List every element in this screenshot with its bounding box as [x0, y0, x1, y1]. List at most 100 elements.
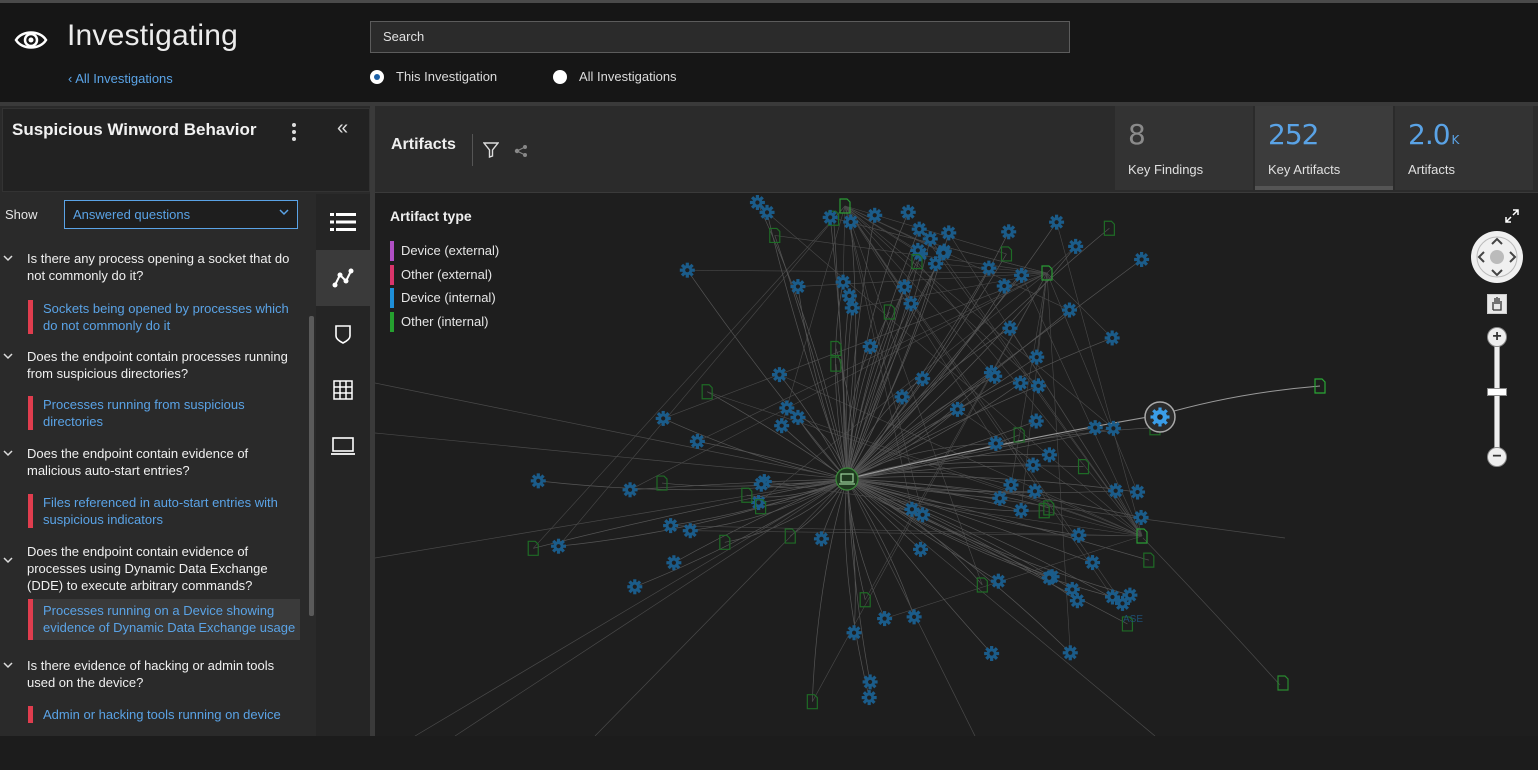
process-node-icon[interactable] — [774, 418, 790, 434]
process-node-icon[interactable] — [1134, 251, 1150, 267]
process-node-icon[interactable] — [1002, 320, 1018, 336]
process-node-icon[interactable] — [751, 495, 767, 511]
process-node-icon[interactable] — [922, 231, 938, 247]
process-node-icon[interactable] — [844, 300, 860, 316]
process-node-icon[interactable] — [915, 507, 931, 523]
process-node-icon[interactable] — [1087, 420, 1103, 436]
process-node-icon[interactable] — [790, 279, 806, 295]
process-node-icon[interactable] — [1122, 587, 1138, 603]
file-node-icon[interactable] — [784, 528, 796, 544]
process-node-icon[interactable] — [1061, 302, 1077, 318]
process-node-icon[interactable] — [1071, 527, 1087, 543]
process-node-icon[interactable] — [896, 279, 912, 295]
process-node-icon[interactable] — [1028, 413, 1044, 429]
device-view-button[interactable] — [316, 418, 370, 474]
process-node-icon[interactable] — [992, 490, 1008, 506]
collapse-panel-icon[interactable]: « — [337, 117, 348, 140]
process-node-icon[interactable] — [941, 225, 957, 241]
show-filter-select[interactable]: Answered questions — [64, 200, 298, 229]
process-node-icon[interactable] — [1013, 502, 1029, 518]
radio-this-investigation[interactable]: This Investigation — [370, 69, 497, 84]
process-node-icon[interactable] — [936, 245, 952, 261]
pan-control[interactable] — [1471, 231, 1523, 283]
zoom-slider-handle[interactable] — [1487, 388, 1507, 396]
process-node-icon[interactable] — [1001, 224, 1017, 240]
graph-view-button[interactable] — [316, 250, 370, 306]
process-node-icon[interactable] — [867, 207, 883, 223]
process-node-icon[interactable] — [862, 674, 878, 690]
zoom-out-button[interactable]: − — [1487, 447, 1507, 467]
process-node-icon[interactable] — [1105, 420, 1121, 436]
process-node-icon[interactable] — [1014, 267, 1030, 283]
process-node-icon[interactable] — [862, 339, 878, 355]
process-node-icon[interactable] — [877, 611, 893, 627]
process-node-icon[interactable] — [1069, 593, 1085, 609]
all-investigations-link[interactable]: ‹ All Investigations — [68, 71, 173, 86]
process-node-icon[interactable] — [1062, 645, 1078, 661]
process-node-icon[interactable] — [663, 518, 679, 534]
process-node-icon[interactable] — [841, 288, 857, 304]
answer-link[interactable]: Processes running from suspicious direct… — [28, 396, 300, 430]
artifact-graph[interactable]: ASE Artifact type Device (external) Othe… — [375, 193, 1538, 736]
process-node-icon[interactable] — [835, 274, 851, 290]
zoom-in-button[interactable]: + — [1487, 327, 1507, 347]
expand-icon[interactable] — [1505, 209, 1519, 223]
process-node-icon[interactable] — [1025, 457, 1041, 473]
process-node-icon[interactable] — [1133, 509, 1149, 525]
graph-edge-label[interactable]: ASE — [1123, 614, 1143, 625]
file-node-icon[interactable] — [1277, 675, 1289, 691]
question-list-scrollbar[interactable] — [309, 316, 314, 616]
answer-link[interactable]: Processes running on a Device showing ev… — [28, 599, 300, 640]
process-node-icon[interactable] — [988, 435, 1004, 451]
process-node-icon[interactable] — [689, 433, 705, 449]
process-node-icon[interactable] — [843, 214, 859, 230]
central-device-node[interactable] — [835, 467, 859, 491]
process-node-icon[interactable] — [1029, 349, 1045, 365]
process-node-icon[interactable] — [928, 256, 944, 272]
process-node-icon[interactable] — [913, 541, 929, 557]
process-node-icon[interactable] — [753, 476, 769, 492]
key-artifacts-stat[interactable]: 252 Key Artifacts — [1255, 106, 1393, 190]
process-node-icon[interactable] — [1104, 330, 1120, 346]
share-icon[interactable] — [514, 144, 528, 158]
process-node-icon[interactable] — [1108, 483, 1124, 499]
process-node-icon[interactable] — [1041, 447, 1057, 463]
artifacts-stat[interactable]: 2.0 K Artifacts — [1395, 106, 1533, 190]
process-node-icon[interactable] — [894, 389, 910, 405]
process-node-icon[interactable] — [984, 646, 1000, 662]
process-node-icon[interactable] — [1030, 378, 1046, 394]
answer-link[interactable]: Admin or hacking tools running on device — [28, 706, 300, 723]
process-node-icon[interactable] — [949, 401, 965, 417]
table-view-button[interactable] — [316, 362, 370, 418]
process-node-icon[interactable] — [749, 195, 765, 211]
process-node-icon[interactable] — [1012, 375, 1028, 391]
process-node-icon[interactable] — [771, 367, 787, 383]
process-node-icon[interactable] — [906, 609, 922, 625]
process-node-icon[interactable] — [622, 482, 638, 498]
answer-link[interactable]: Sockets being opened by processes which … — [28, 300, 300, 334]
process-node-icon[interactable] — [1049, 214, 1065, 230]
process-node-icon[interactable] — [682, 523, 698, 539]
more-options-icon[interactable] — [289, 123, 299, 145]
graph-canvas[interactable]: ASE — [375, 193, 1538, 736]
process-node-icon[interactable] — [779, 400, 795, 416]
process-node-icon[interactable] — [981, 260, 997, 276]
process-node-icon[interactable] — [1027, 483, 1043, 499]
process-node-icon[interactable] — [822, 209, 838, 225]
file-node-icon[interactable] — [976, 577, 988, 593]
findings-view-button[interactable] — [316, 306, 370, 362]
zoom-slider-track[interactable] — [1494, 341, 1500, 451]
process-node-icon[interactable] — [1041, 570, 1057, 586]
process-node-icon[interactable] — [915, 371, 931, 387]
process-node-icon[interactable] — [990, 573, 1006, 589]
list-view-button[interactable] — [316, 194, 370, 250]
process-node-icon[interactable] — [530, 473, 546, 489]
process-node-icon[interactable] — [813, 531, 829, 547]
process-node-icon[interactable] — [846, 625, 862, 641]
key-findings-stat[interactable]: 8 Key Findings — [1115, 106, 1253, 190]
radio-all-investigations[interactable]: All Investigations — [553, 69, 677, 84]
process-node-icon[interactable] — [666, 555, 682, 571]
process-node-icon[interactable] — [987, 368, 1003, 384]
process-node-icon[interactable] — [996, 278, 1012, 294]
pan-hand-icon[interactable] — [1487, 294, 1507, 314]
